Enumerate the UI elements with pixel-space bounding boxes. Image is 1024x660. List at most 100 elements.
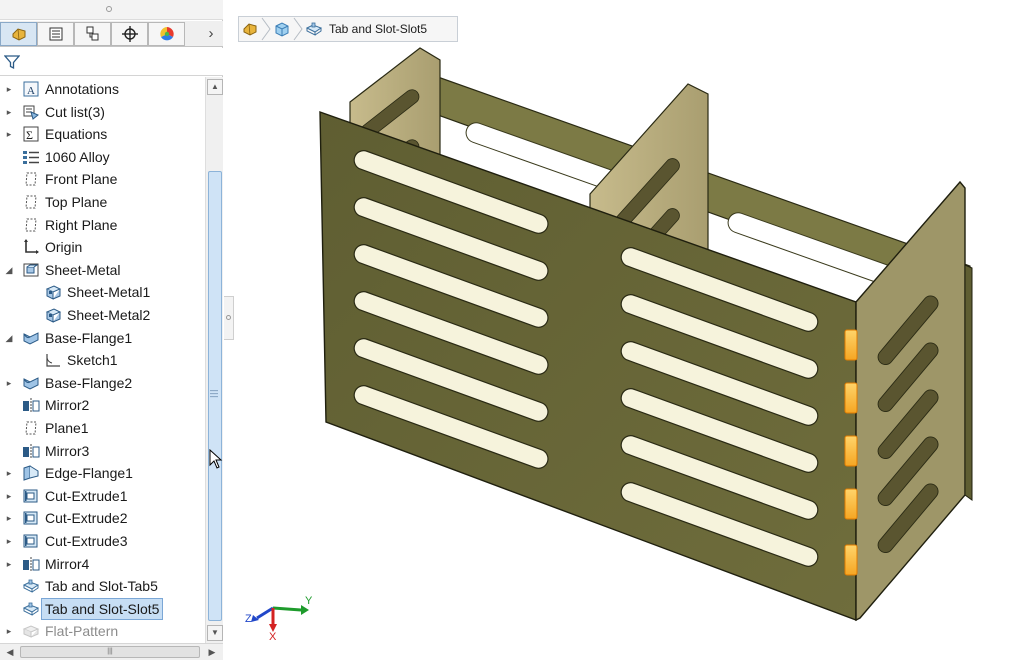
mouse-cursor-icon <box>209 449 223 469</box>
plane-icon <box>22 217 40 233</box>
panel-drag-handle[interactable] <box>0 0 223 20</box>
tree-item-label: Annotations <box>45 81 119 97</box>
breadcrumb: Tab and Slot-Slot5 <box>238 16 458 42</box>
mirror-icon <box>22 443 40 459</box>
tree-item[interactable]: ◢ Sheet-Metal <box>0 259 205 281</box>
part-icon <box>243 23 257 36</box>
sheet-metal-icon <box>44 307 62 323</box>
collapsed-arrow-icon[interactable]: ▸ <box>3 462 15 484</box>
breadcrumb-feature[interactable] <box>303 17 325 41</box>
tree-item[interactable]: ▸ Cut list(3) <box>0 101 205 123</box>
feature-manager-panel: › ▸ A Annotations ▸ Cut list(3) ▸ Σ Equations 10… <box>0 0 223 660</box>
tree-item[interactable]: ▸ Flat-Pattern <box>0 620 205 642</box>
collapsed-arrow-icon[interactable]: ▸ <box>3 553 15 575</box>
tree-item[interactable]: ▸ A Annotations <box>0 78 205 100</box>
scroll-grip-icon: — — — <box>210 386 218 401</box>
view-triad: Y Z X <box>245 595 313 640</box>
tree-item[interactable]: ◢ Base-Flange1 <box>0 327 205 349</box>
tree-item-label: Flat-Pattern <box>45 623 119 640</box>
collapsed-arrow-icon[interactable]: ▸ <box>3 620 15 642</box>
tree-item[interactable]: ▸ Mirror4 <box>0 553 205 575</box>
scroll-right-arrow-icon[interactable]: ▶ <box>204 645 220 660</box>
triad-y-label: Y <box>305 595 313 607</box>
tree-item-label: Top Plane <box>45 194 108 210</box>
feature-tree: ▸ A Annotations ▸ Cut list(3) ▸ Σ Equations 1060… <box>0 77 205 643</box>
tree-item[interactable]: Tab and Slot-Slot5 <box>0 597 205 620</box>
plane-icon <box>22 171 40 187</box>
tab-featuremanager[interactable] <box>0 22 37 46</box>
tab-and-slot-icon <box>22 578 40 594</box>
collapsed-arrow-icon[interactable]: ▸ <box>3 123 15 145</box>
tab-configurationmanager[interactable] <box>74 22 111 46</box>
breadcrumb-part[interactable] <box>239 17 261 41</box>
mirror-icon <box>22 397 40 413</box>
tree-item[interactable]: Tab and Slot-Tab5 <box>0 575 205 597</box>
expanded-arrow-icon[interactable]: ◢ <box>3 327 15 349</box>
triad-x-label: X <box>269 631 277 640</box>
scroll-up-arrow-icon[interactable]: ▲ <box>207 79 223 95</box>
configurationmanager-icon <box>86 26 98 41</box>
tree-item-label: Base-Flange2 <box>45 374 133 391</box>
featuremanager-icon <box>12 28 25 41</box>
sketch-icon <box>44 352 62 368</box>
tree-item[interactable]: Mirror2 <box>0 394 205 416</box>
tree-item[interactable]: ▸ Base-Flange2 <box>0 372 205 394</box>
collapsed-arrow-icon[interactable]: ▸ <box>3 101 15 123</box>
tree-item[interactable]: Sheet-Metal1 <box>0 281 205 303</box>
equations-icon: Σ <box>22 126 40 142</box>
scroll-down-arrow-icon[interactable]: ▼ <box>207 625 223 641</box>
tree-item-label: Cut-Extrude1 <box>45 487 128 504</box>
collapsed-arrow-icon[interactable]: ▸ <box>3 372 15 394</box>
svg-text:A: A <box>27 85 35 97</box>
tree-item[interactable]: ▸ Cut-Extrude2 <box>0 507 205 529</box>
tree-item[interactable]: Origin <box>0 236 205 258</box>
breadcrumb-body[interactable] <box>271 17 293 41</box>
breadcrumb-feature-label[interactable]: Tab and Slot-Slot5 <box>329 22 427 36</box>
tree-filter-bar[interactable] <box>0 48 223 76</box>
solidworks-window: › ▸ A Annotations ▸ Cut list(3) ▸ Σ Equations 10… <box>0 0 1024 660</box>
tab-and-slot-icon <box>22 601 40 617</box>
tree-item[interactable]: 1060 Alloy <box>0 146 205 168</box>
flat-pattern-icon <box>22 623 40 639</box>
triad-z-label: Z <box>245 613 252 625</box>
plane-icon <box>22 420 40 436</box>
panel-splitter-handle[interactable] <box>224 296 234 340</box>
tab-dimxpertmanager[interactable] <box>111 22 148 46</box>
tree-item[interactable]: ▸ Cut-Extrude3 <box>0 530 205 552</box>
tree-item[interactable]: Sheet-Metal2 <box>0 304 205 326</box>
collapsed-arrow-icon[interactable]: ▸ <box>3 78 15 100</box>
tree-item[interactable]: ▸ Edge-Flange1 <box>0 462 205 484</box>
tree-item[interactable]: Top Plane <box>0 191 205 213</box>
tree-horizontal-scrollbar[interactable]: ◀ ||| ▶ <box>0 643 223 660</box>
expanded-arrow-icon[interactable]: ◢ <box>3 259 15 281</box>
tree-item[interactable]: Front Plane <box>0 168 205 190</box>
filter-icon[interactable] <box>4 54 20 70</box>
collapsed-arrow-icon[interactable]: ▸ <box>3 507 15 529</box>
tree-item[interactable]: ▸ Σ Equations <box>0 123 205 145</box>
origin-icon <box>22 239 40 255</box>
scroll-left-arrow-icon[interactable]: ◀ <box>2 645 18 660</box>
collapsed-arrow-icon[interactable]: ▸ <box>3 530 15 552</box>
tree-item-label: Sheet-Metal1 <box>67 284 151 301</box>
tab-propertymanager[interactable] <box>37 22 74 46</box>
tree-item[interactable]: Sketch1 <box>0 349 205 371</box>
tab-displaymanager[interactable] <box>148 22 185 46</box>
sheet-metal-part-model[interactable] <box>300 40 990 630</box>
horizontal-scroll-thumb[interactable]: ||| <box>20 646 200 658</box>
tree-item[interactable]: ▸ Cut-Extrude1 <box>0 485 205 507</box>
tree-item-label: Mirror3 <box>45 442 90 459</box>
tree-item-label: Mirror2 <box>45 397 90 414</box>
grip-dot-icon <box>106 6 112 12</box>
tree-item-label: Cut-Extrude2 <box>45 510 128 527</box>
tree-item-label: Sheet-Metal <box>45 261 121 278</box>
tabs-more-chevron-icon[interactable]: › <box>202 24 220 44</box>
tree-vertical-scrollbar[interactable]: ▲ — — — ▼ <box>205 77 223 643</box>
splitter-dot-icon <box>226 315 231 320</box>
tree-item-label: Base-Flange1 <box>45 329 133 346</box>
collapsed-arrow-icon[interactable]: ▸ <box>3 485 15 507</box>
tree-item[interactable]: Plane1 <box>0 417 205 439</box>
breadcrumb-separator-icon <box>293 17 303 41</box>
displaymanager-icon <box>159 27 174 41</box>
tree-item[interactable]: Right Plane <box>0 214 205 236</box>
tree-item[interactable]: Mirror3 <box>0 440 205 462</box>
